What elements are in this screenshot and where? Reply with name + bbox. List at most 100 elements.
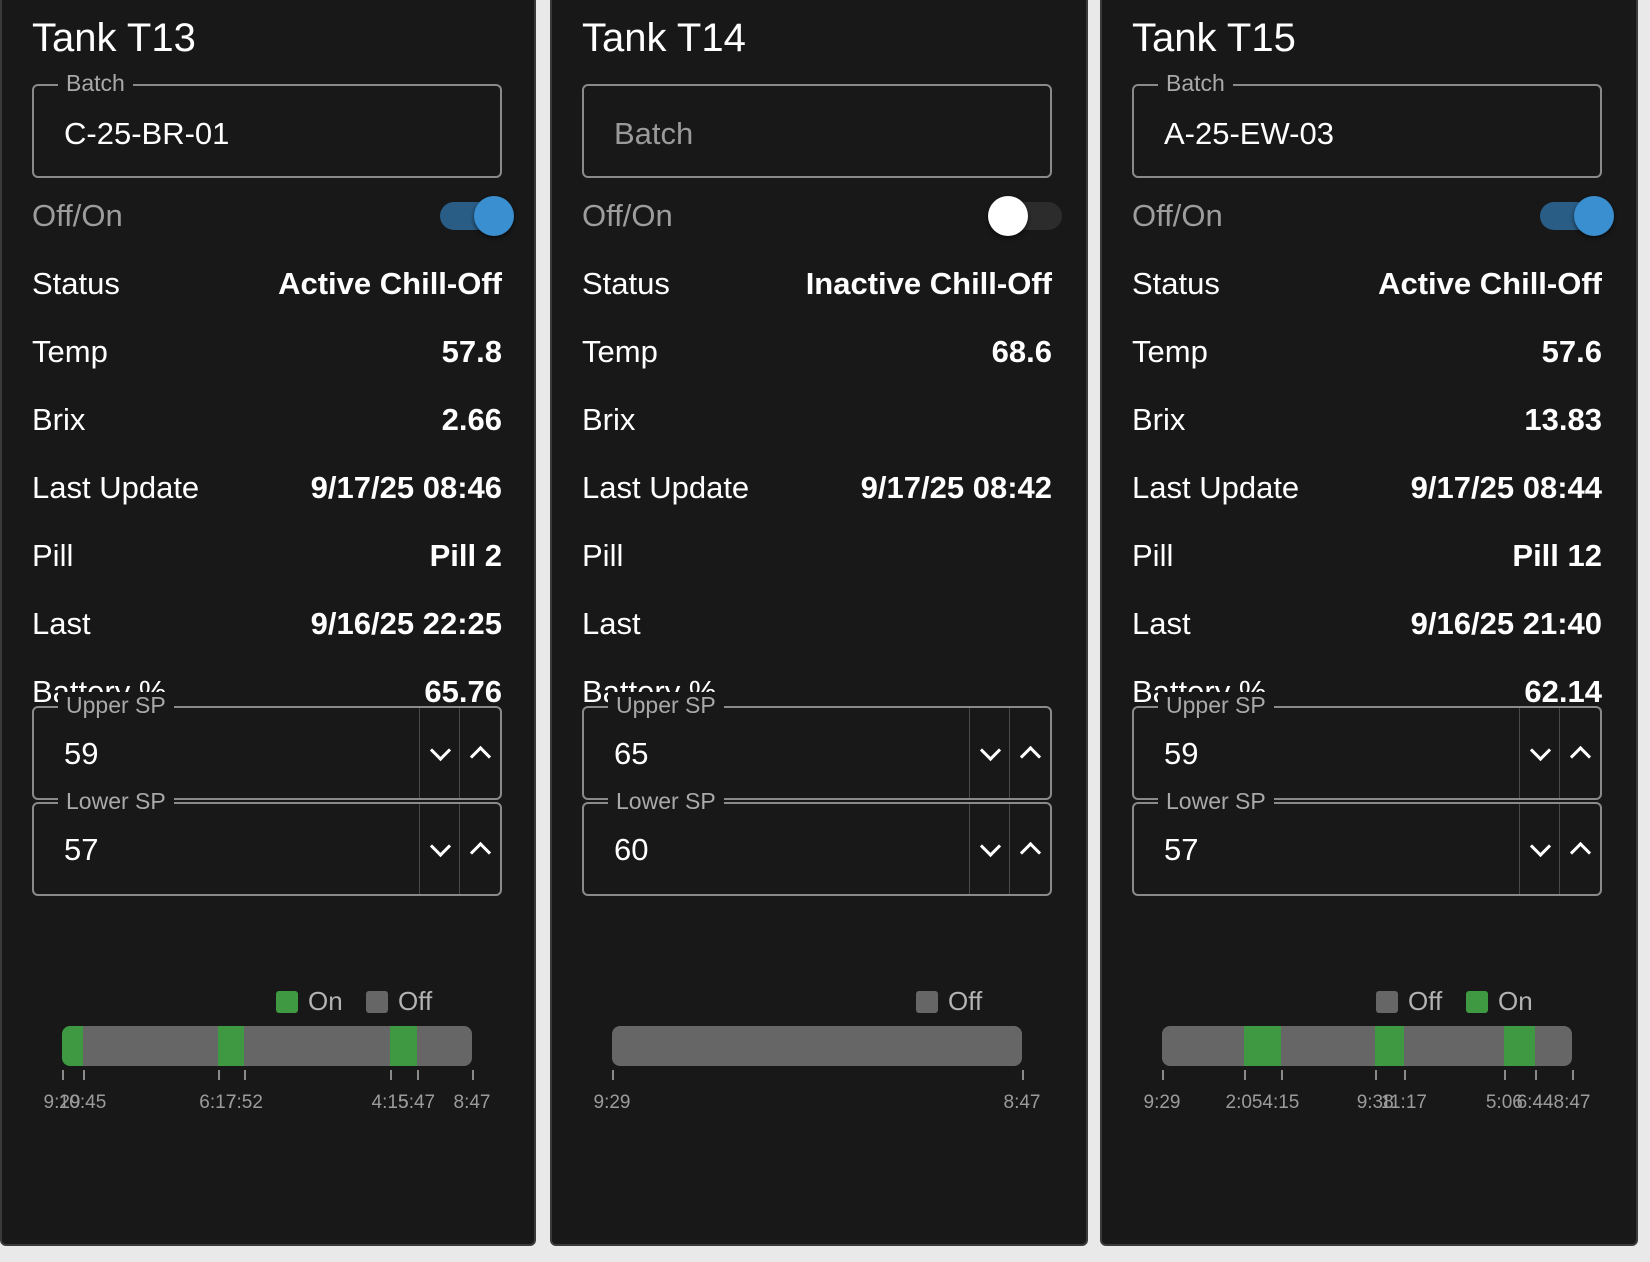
batch-input[interactable]: A-25-EW-03: [1164, 116, 1334, 152]
timeline-segment-off: [1162, 1026, 1244, 1066]
axis-tick: [1535, 1070, 1538, 1080]
axis-tick: [244, 1070, 247, 1080]
batch-label: Batch: [58, 70, 133, 97]
timeline-segment-off: [1403, 1026, 1505, 1066]
off-on-label: Off/On: [1132, 198, 1223, 233]
timeline-segment-off: [244, 1026, 390, 1066]
legend-swatch: [276, 990, 298, 1013]
info-value: Active Chill-Off: [1378, 266, 1602, 301]
lower-sp-field[interactable]: Lower SP 57: [1132, 788, 1602, 896]
chevron-down-icon: [979, 739, 1001, 761]
axis-tick: [612, 1070, 614, 1080]
axis-tick: [1375, 1070, 1378, 1080]
info-key: Brix: [582, 402, 636, 437]
timeline-segment-off: [82, 1026, 218, 1066]
info-key: Status: [582, 266, 670, 301]
upper-sp-decrement-button[interactable]: [1519, 708, 1560, 798]
tank-title: Tank T14: [582, 16, 746, 60]
lower-sp-increment-button[interactable]: [1009, 804, 1050, 894]
upper-sp-value[interactable]: 59: [64, 736, 98, 772]
lower-sp-value[interactable]: 57: [1164, 832, 1198, 868]
legend-item-on[interactable]: On: [1466, 986, 1533, 1017]
legend-item-off[interactable]: Off: [366, 986, 432, 1017]
lower-sp-increment-button[interactable]: [459, 804, 500, 894]
upper-sp-value[interactable]: 59: [1164, 736, 1198, 772]
info-key: Temp: [1132, 334, 1208, 369]
info-list: Status Active Chill-Off Temp 57.6 Brix 13.83 L…: [1132, 258, 1602, 734]
axis-tick: [1244, 1070, 1246, 1080]
upper-sp-label: Upper SP: [608, 692, 724, 719]
info-value: 9/16/25 21:40: [1410, 606, 1602, 641]
axis-tick-label: 8:47: [453, 1092, 491, 1113]
info-key: Pill: [1132, 538, 1174, 573]
timeline-axis: 9:29 8:47: [594, 1070, 1040, 1113]
info-value: 9/17/25 08:42: [860, 470, 1052, 505]
batch-input[interactable]: Batch: [614, 116, 693, 152]
lower-sp-decrement-button[interactable]: [1519, 804, 1560, 894]
upper-sp-decrement-button[interactable]: [419, 708, 460, 798]
axis-tick: [62, 1070, 64, 1080]
upper-sp-field[interactable]: Upper SP 59: [32, 692, 502, 800]
axis-tick: [217, 1070, 220, 1080]
info-value: Active Chill-Off: [278, 266, 502, 301]
lower-sp-decrement-button[interactable]: [969, 804, 1010, 894]
chevron-down-icon: [429, 739, 451, 761]
lower-sp-decrement-button[interactable]: [419, 804, 460, 894]
off-on-row: Off/On: [1132, 192, 1614, 240]
legend-item-off[interactable]: Off: [1376, 986, 1442, 1017]
info-row-temp: Temp 57.8: [32, 326, 502, 394]
legend-label: Off: [398, 986, 433, 1016]
tank-title: Tank T13: [32, 16, 196, 60]
lower-sp-field[interactable]: Lower SP 60: [582, 788, 1052, 896]
upper-sp-increment-button[interactable]: [1009, 708, 1050, 798]
legend-label: Off: [1408, 986, 1443, 1016]
chevron-down-icon: [1529, 739, 1551, 761]
info-row-pill: Pill Pill 2: [32, 530, 502, 598]
off-on-toggle[interactable]: [988, 196, 1064, 236]
timeline-legend: On Off: [32, 986, 502, 1016]
tank-panel-t13: Tank T13 Batch C-25-BR-01 Off/On Status Activ…: [0, 0, 536, 1246]
info-key: Last: [32, 606, 91, 641]
off-on-toggle[interactable]: [1538, 196, 1614, 236]
state-timeline: [62, 1026, 472, 1066]
axis-tick: [1280, 1070, 1283, 1080]
legend-item-on[interactable]: On: [276, 986, 343, 1017]
lower-sp-field[interactable]: Lower SP 57: [32, 788, 502, 896]
info-row-brix: Brix 2.66: [32, 394, 502, 462]
upper-sp-value[interactable]: 65: [614, 736, 648, 772]
batch-field[interactable]: Batch A-25-EW-03: [1132, 70, 1602, 178]
state-timeline: [612, 1026, 1022, 1066]
batch-field[interactable]: Batch: [582, 84, 1052, 178]
info-key: Brix: [32, 402, 86, 437]
info-value: 2.66: [441, 402, 502, 437]
axis-tick: [1162, 1070, 1164, 1080]
info-value: 13.83: [1524, 402, 1602, 437]
upper-sp-decrement-button[interactable]: [969, 708, 1010, 798]
lower-sp-value[interactable]: 57: [64, 832, 98, 868]
tank-title: Tank T15: [1132, 16, 1296, 60]
axis-tick: [1403, 1070, 1406, 1080]
batch-input[interactable]: C-25-BR-01: [64, 116, 229, 152]
info-value: 68.6: [991, 334, 1052, 369]
info-value: 9/16/25 22:25: [310, 606, 502, 641]
legend-item-off[interactable]: Off: [916, 986, 982, 1017]
axis-tick-label: 8:47: [1003, 1092, 1041, 1113]
info-key: Temp: [32, 334, 108, 369]
info-key: Brix: [1132, 402, 1186, 437]
off-on-toggle[interactable]: [438, 196, 514, 236]
info-key: Last Update: [582, 470, 750, 505]
toggle-knob: [988, 196, 1028, 236]
upper-sp-increment-button[interactable]: [1559, 708, 1600, 798]
batch-field[interactable]: Batch C-25-BR-01: [32, 70, 502, 178]
info-row-status: Status Active Chill-Off: [32, 258, 502, 326]
upper-sp-field[interactable]: Upper SP 65: [582, 692, 1052, 800]
upper-sp-field[interactable]: Upper SP 59: [1132, 692, 1602, 800]
lower-sp-increment-button[interactable]: [1559, 804, 1600, 894]
info-value: Pill 12: [1512, 538, 1602, 573]
lower-sp-value[interactable]: 60: [614, 832, 648, 868]
timeline-segment-on: [217, 1026, 245, 1066]
lower-sp-label: Lower SP: [608, 788, 724, 815]
legend-swatch: [916, 990, 938, 1013]
info-key: Last Update: [32, 470, 200, 505]
upper-sp-increment-button[interactable]: [459, 708, 500, 798]
